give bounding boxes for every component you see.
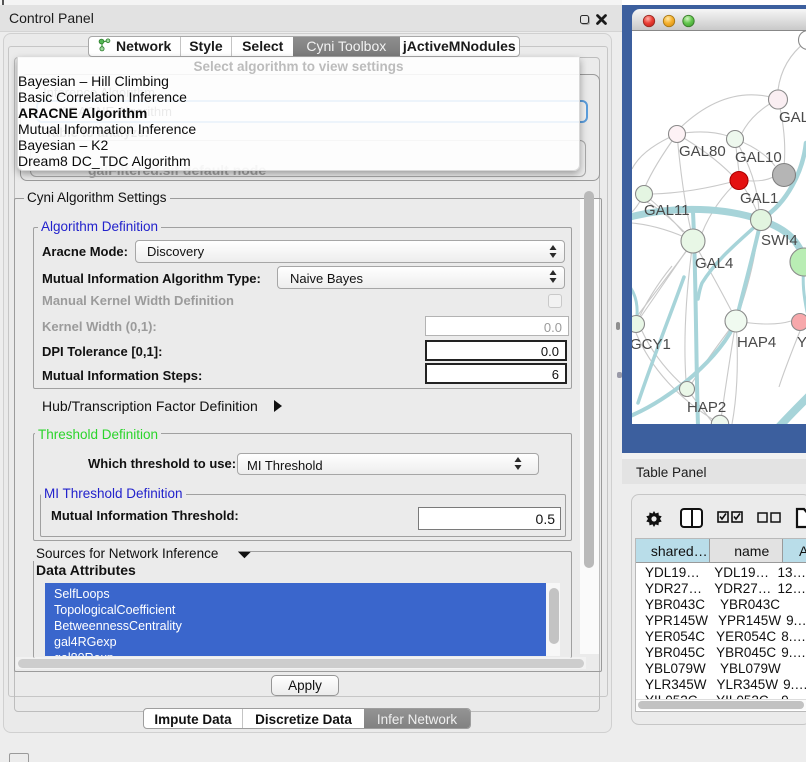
svg-text:SWI4: SWI4 (761, 232, 798, 249)
svg-text:GCY1: GCY1 (632, 336, 671, 353)
svg-text:GAL80: GAL80 (679, 143, 726, 160)
svg-text:GAL4: GAL4 (695, 255, 733, 272)
svg-text:GAL10: GAL10 (735, 149, 782, 166)
svg-text:HAP4: HAP4 (737, 334, 776, 351)
svg-text:Y: Y (797, 334, 806, 351)
svg-text:GAL2: GAL2 (779, 109, 806, 126)
svg-text:GAL11: GAL11 (644, 202, 690, 219)
svg-text:HAP2: HAP2 (687, 399, 726, 416)
svg-text:GAL1: GAL1 (740, 190, 778, 207)
